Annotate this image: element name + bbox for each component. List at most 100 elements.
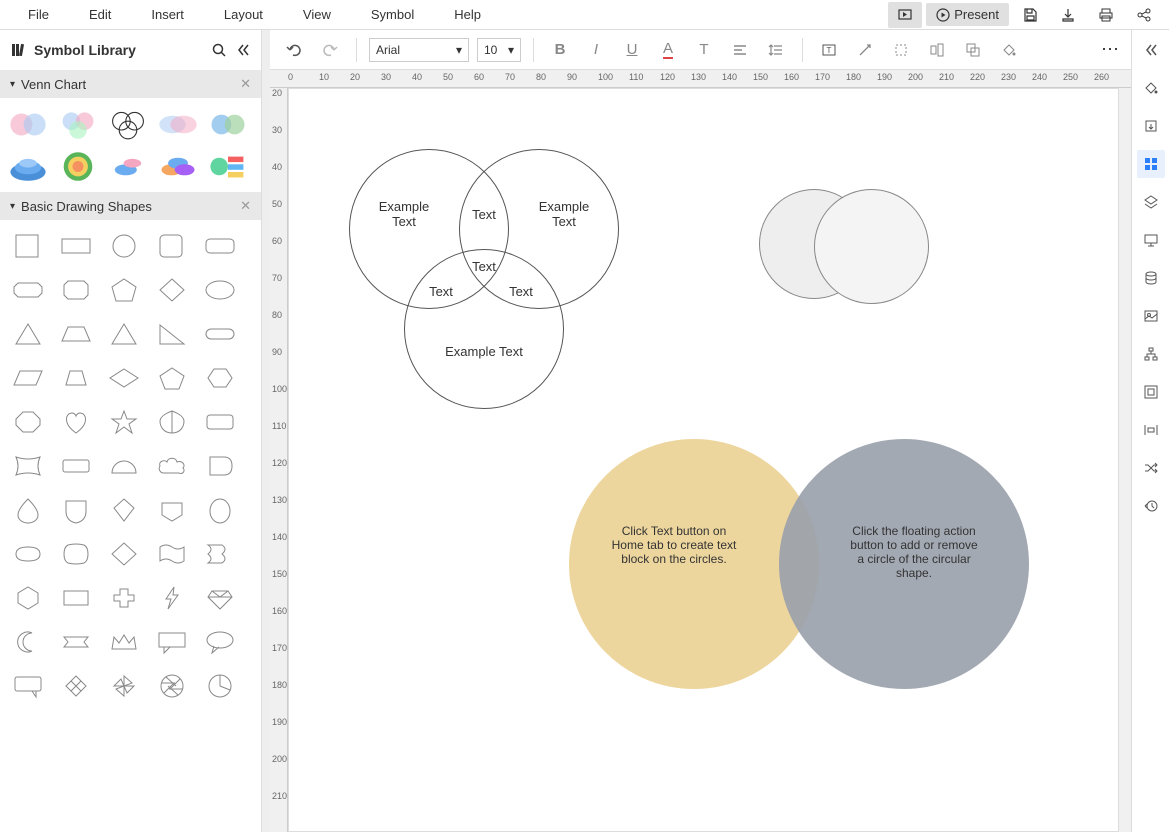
shape-cloud[interactable] <box>150 446 194 486</box>
frame-tool-icon[interactable] <box>1137 378 1165 406</box>
collapse-rail-icon[interactable] <box>1137 36 1165 64</box>
shape-speech-rect[interactable] <box>150 622 194 662</box>
vennbig-label-left[interactable]: Click Text button on Home tab to create … <box>609 524 739 566</box>
shape-hexagon[interactable] <box>198 358 242 398</box>
menu-insert[interactable]: Insert <box>131 1 204 28</box>
fill-button[interactable] <box>995 36 1023 64</box>
shape-circle[interactable] <box>102 226 146 266</box>
grid-tool-icon[interactable] <box>1137 150 1165 178</box>
shape-pill[interactable] <box>198 314 242 354</box>
search-icon[interactable] <box>211 42 227 58</box>
shape-octagon[interactable] <box>6 402 50 442</box>
venn3-overlap-23[interactable]: Text <box>504 284 538 299</box>
connector-button[interactable] <box>851 36 879 64</box>
font-size-selector[interactable]: 10▾ <box>477 38 521 62</box>
shape-square[interactable] <box>6 226 50 266</box>
shape-pinwheel[interactable] <box>102 666 146 706</box>
venn3-label-1[interactable]: Example Text <box>369 199 439 229</box>
panel-resize-handle[interactable] <box>262 30 270 832</box>
shape-teardrop[interactable] <box>6 490 50 530</box>
menu-help[interactable]: Help <box>434 1 501 28</box>
shape-pentagon[interactable] <box>102 270 146 310</box>
venn-shape-8[interactable] <box>106 148 150 184</box>
shape-rect[interactable] <box>54 226 98 266</box>
shape-right-triangle[interactable] <box>150 314 194 354</box>
venn2small-circle-2[interactable] <box>814 189 929 304</box>
shape-half-circle[interactable] <box>102 446 146 486</box>
venn3-label-2[interactable]: Example Text <box>529 199 599 229</box>
shape-triangle2[interactable] <box>102 314 146 354</box>
shape-rect-2[interactable] <box>54 446 98 486</box>
close-icon[interactable]: ✕ <box>240 76 251 92</box>
align-objects-button[interactable] <box>923 36 951 64</box>
shape-pentagon2[interactable] <box>150 358 194 398</box>
database-tool-icon[interactable] <box>1137 264 1165 292</box>
print-icon[interactable] <box>1089 2 1123 28</box>
shape-speech-rect2[interactable] <box>6 666 50 706</box>
hierarchy-tool-icon[interactable] <box>1137 340 1165 368</box>
image-tool-icon[interactable] <box>1137 302 1165 330</box>
shape-aperture[interactable] <box>150 666 194 706</box>
download-icon[interactable] <box>1051 2 1085 28</box>
line-spacing-button[interactable] <box>762 36 790 64</box>
menu-file[interactable]: File <box>8 1 69 28</box>
venn3-center[interactable]: Text <box>467 259 501 274</box>
shape-kite[interactable] <box>102 490 146 530</box>
shape-octagon-rect[interactable] <box>54 270 98 310</box>
close-icon[interactable]: ✕ <box>240 198 251 214</box>
venn3-label-3[interactable]: Example Text <box>429 344 539 359</box>
shape-ellipse[interactable] <box>198 270 242 310</box>
collapse-panel-icon[interactable] <box>235 42 251 58</box>
shape-badge[interactable] <box>150 490 194 530</box>
shape-plus[interactable] <box>102 578 146 618</box>
shape-heart[interactable] <box>54 402 98 442</box>
italic-button[interactable]: I <box>582 36 610 64</box>
venn-shape-5[interactable] <box>206 106 250 142</box>
vennbig-label-right[interactable]: Click the floating action button to add … <box>849 524 979 580</box>
drawing-canvas[interactable]: Example Text Example Text Example Text T… <box>288 88 1119 832</box>
shape-shield-left[interactable] <box>198 446 242 486</box>
venn-shape-1[interactable] <box>6 106 50 142</box>
shape-pie[interactable] <box>198 666 242 706</box>
fill-tool-icon[interactable] <box>1137 74 1165 102</box>
venn-shape-3[interactable] <box>106 106 150 142</box>
more-button[interactable]: ⋯ <box>1101 39 1121 60</box>
shape-triangle[interactable] <box>6 314 50 354</box>
group-button[interactable] <box>959 36 987 64</box>
shape-speech-round[interactable] <box>198 622 242 662</box>
shape-star[interactable] <box>102 402 146 442</box>
shape-lightning[interactable] <box>150 578 194 618</box>
menu-layout[interactable]: Layout <box>204 1 283 28</box>
shape-rhombus[interactable] <box>102 358 146 398</box>
font-color-button[interactable]: A <box>654 36 682 64</box>
slideshow-icon[interactable] <box>888 2 922 28</box>
shape-crown[interactable] <box>102 622 146 662</box>
shape-hexagon2[interactable] <box>6 578 50 618</box>
shape-shield[interactable] <box>54 490 98 530</box>
shape-rounded-square[interactable] <box>150 226 194 266</box>
text-box-button[interactable]: T <box>815 36 843 64</box>
menu-symbol[interactable]: Symbol <box>351 1 434 28</box>
vertical-scrollbar[interactable] <box>1119 88 1131 832</box>
bold-button[interactable]: B <box>546 36 574 64</box>
shape-trapezoid2[interactable] <box>54 358 98 398</box>
shape-ribbon[interactable] <box>54 622 98 662</box>
shape-plaque[interactable] <box>54 534 98 574</box>
shape-rect-notch[interactable] <box>54 578 98 618</box>
present-button[interactable]: Present <box>926 3 1009 26</box>
shape-egg[interactable] <box>198 490 242 530</box>
history-tool-icon[interactable] <box>1137 492 1165 520</box>
font-selector[interactable]: Arial▾ <box>369 38 469 62</box>
shape-drop[interactable] <box>150 402 194 442</box>
venn-shape-7[interactable] <box>56 148 100 184</box>
undo-button[interactable] <box>280 36 308 64</box>
shape-lemon[interactable] <box>6 534 50 574</box>
presentation-tool-icon[interactable] <box>1137 226 1165 254</box>
shape-rect-round[interactable] <box>198 402 242 442</box>
shape-trapezoid[interactable] <box>54 314 98 354</box>
venn-shape-10[interactable] <box>206 148 250 184</box>
shape-rounded-rect[interactable] <box>198 226 242 266</box>
distribute-tool-icon[interactable] <box>1137 416 1165 444</box>
shuffle-tool-icon[interactable] <box>1137 454 1165 482</box>
menu-view[interactable]: View <box>283 1 351 28</box>
